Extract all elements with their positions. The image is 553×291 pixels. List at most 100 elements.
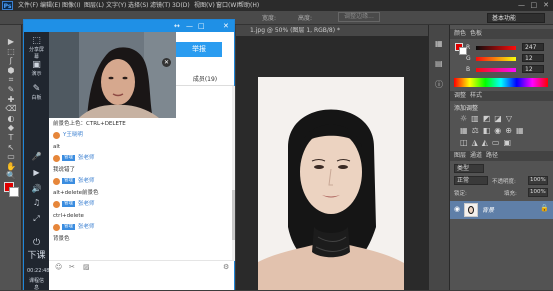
minimize-icon[interactable]: — [186,20,193,32]
resize-icon[interactable]: ⤢ [27,214,46,224]
tab-channels[interactable]: 通道 [466,151,482,160]
tab-layers[interactable]: 图层 [450,151,466,160]
demo-button[interactable]: ▣ 演示 [27,60,46,77]
maximize-icon[interactable]: □ [198,20,205,32]
tool-2-icon[interactable]: ʃ [5,56,17,66]
layer-kind-filter[interactable]: 类型 [454,164,484,173]
lookup-icon[interactable]: ▦ [516,126,528,135]
tab-styles[interactable]: 样式 [466,91,482,100]
history-icon[interactable]: ▦ [435,39,443,48]
curves-icon[interactable]: ◩ [483,114,495,123]
menu-item-9[interactable]: 窗口(W) [216,1,239,10]
tool-14-icon[interactable]: 🔍 [5,171,17,181]
message-input[interactable] [49,272,234,290]
close-video-icon[interactable]: ✕ [162,58,171,67]
sender-name[interactable]: 张老师 [78,155,95,161]
threshold-icon[interactable]: ◭ [482,138,492,147]
background-color-swatch[interactable] [9,187,19,197]
message-sender[interactable]: 管理 张老师 [53,177,95,185]
message-sender[interactable]: 管理 张老师 [53,200,95,208]
selective-color-icon[interactable]: ▣ [503,138,515,147]
tool-6-icon[interactable]: ✚ [5,95,17,105]
share-screen-button[interactable]: ⬚ 分享屏幕 [27,36,46,60]
menu-item-6[interactable]: 滤镜(T) [150,1,170,10]
minimize-icon[interactable]: — [517,0,527,11]
hue-icon[interactable]: ▦ [460,126,472,135]
avatar[interactable] [53,223,60,231]
whiteboard-button[interactable]: ✎ 白板 [27,84,46,101]
menu-item-2[interactable]: 图像(I) [62,1,80,10]
message-sender[interactable]: Y王晓明 [53,131,83,139]
avatar[interactable] [53,177,60,185]
menu-item-10[interactable]: 帮助(H) [238,1,259,10]
tool-12-icon[interactable]: ▭ [5,152,17,162]
stop-class-button[interactable]: ⏻ 下课 [27,238,46,261]
tool-9-icon[interactable]: ◆ [5,123,17,133]
sender-name[interactable]: 张老师 [78,224,95,230]
report-button[interactable]: 举报 [176,42,222,57]
tool-5-icon[interactable]: ✎ [5,85,17,95]
tab-members[interactable]: 成员(19) [176,74,234,86]
layer-row-background[interactable]: ◉ 背景 🔒 [450,201,553,219]
slider-red-value[interactable]: 247 [522,43,544,51]
gradient-map-icon[interactable]: ▭ [492,138,504,147]
close-icon[interactable]: ✕ [541,0,551,11]
slider-green-value[interactable]: 12 [522,54,544,62]
speaker-icon[interactable]: 🔊 [27,184,46,193]
tool-8-icon[interactable]: ◐ [5,114,17,124]
slider-blue-value[interactable]: 12 [522,65,544,73]
camera-icon[interactable]: ▶ [27,168,46,177]
invert-icon[interactable]: ◫ [460,138,472,147]
document-tab[interactable]: 1.jpg @ 50% (图层 1, RGB/8) * [236,25,428,37]
eye-icon[interactable]: ◉ [454,205,460,213]
photo-filter-icon[interactable]: ◉ [494,126,505,135]
tab-color[interactable]: 颜色 [450,29,466,38]
slider-blue-track[interactable] [476,68,516,72]
workspace-select[interactable]: 基本功能 [487,13,545,23]
tool-10-icon[interactable]: T [5,133,17,143]
webcam-video[interactable]: ✕ [49,32,176,118]
vibrance-icon[interactable]: ▽ [506,114,516,123]
mixer-icon[interactable]: ⊕ [505,126,516,135]
menu-item-8[interactable]: 视图(V) [194,1,215,10]
tab-swatches[interactable]: 色板 [466,29,482,38]
mic-icon[interactable]: 🎤 [27,152,46,161]
menu-item-4[interactable]: 文字(Y) [106,1,126,10]
brightness-icon[interactable]: ☼ [460,114,471,123]
slider-red-track[interactable] [476,46,516,50]
tool-1-icon[interactable]: ⬚ [5,47,17,57]
sender-name[interactable]: 张老师 [78,201,95,207]
tool-11-icon[interactable]: ↖ [5,143,17,153]
tab-paths[interactable]: 路径 [482,151,498,160]
opacity-value[interactable]: 100% [528,176,548,185]
close-icon[interactable]: ✕ [223,20,229,32]
menu-item-1[interactable]: 编辑(E) [40,1,60,10]
swap-icon[interactable]: ↔ [174,20,180,32]
scrollbar-thumb[interactable] [232,190,235,240]
maximize-icon[interactable]: □ [529,0,539,11]
adjust-edge-button[interactable]: 调整边缘... [338,12,380,22]
menu-item-3[interactable]: 图层(L) [84,1,104,10]
canvas-image-portrait[interactable] [258,77,404,290]
info-icon[interactable]: ⓘ [435,79,443,90]
tool-3-icon[interactable]: ⬢ [5,66,17,76]
tool-7-icon[interactable]: ⌫ [5,104,17,114]
properties-icon[interactable]: ▤ [435,59,443,68]
levels-icon[interactable]: ▥ [471,114,483,123]
menu-item-5[interactable]: 选择(S) [128,1,149,10]
exposure-icon[interactable]: ◪ [494,114,506,123]
tool-0-icon[interactable]: ▶ [5,37,17,47]
course-info-link[interactable]: 课程信息 [27,277,46,291]
message-sender[interactable]: 管理 张老师 [53,223,95,231]
avatar[interactable] [53,154,60,162]
avatar[interactable] [53,131,60,139]
posterize-icon[interactable]: ◮ [472,138,482,147]
avatar[interactable] [53,200,60,208]
sender-name[interactable]: Y王晓明 [63,132,83,138]
message-sender[interactable]: 管理 张老师 [53,154,95,162]
music-icon[interactable]: ♫ [27,198,46,207]
menu-item-0[interactable]: 文件(F) [18,1,38,10]
menu-item-7[interactable]: 3D(D) [172,1,190,10]
tab-adjustments[interactable]: 调整 [450,91,466,100]
blend-mode-select[interactable]: 正常 [454,176,488,185]
